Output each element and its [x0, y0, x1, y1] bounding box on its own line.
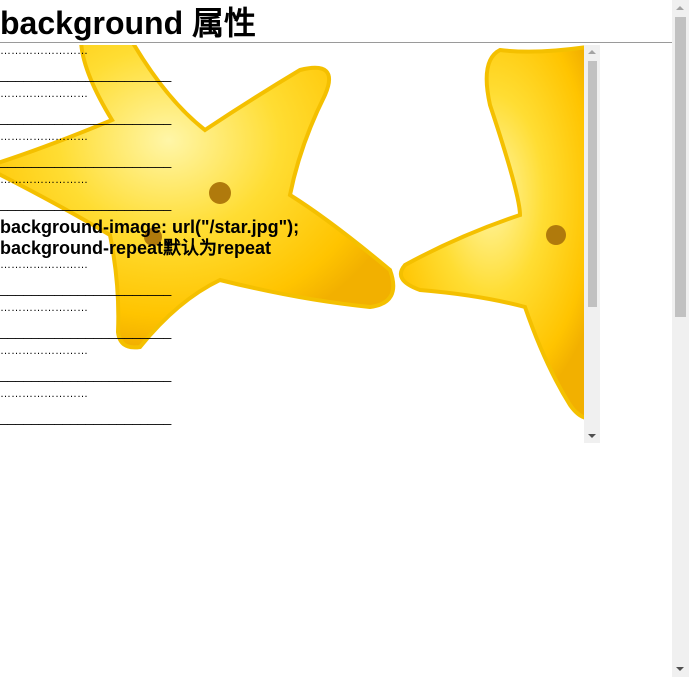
filler-underscores: ______________________: [0, 109, 172, 125]
filler-underscores: ______________________: [0, 152, 172, 168]
box-content: …………………… ______________________ ………………………: [0, 45, 584, 431]
filler-dots: ……………………: [0, 174, 88, 186]
box-scrollbar-thumb[interactable]: [588, 61, 597, 307]
filler-dots: ……………………: [0, 259, 88, 271]
filler-dots: ……………………: [0, 388, 88, 400]
code-line-background-image: background-image: url("/star.jpg");: [0, 217, 300, 237]
filler-dots: ……………………: [0, 131, 88, 143]
filler-underscores: ______________________: [0, 280, 172, 296]
scrollable-background-box[interactable]: …………………… ______________________ ………………………: [0, 45, 600, 443]
code-line-background-repeat: background-repeat默认为repeat: [0, 238, 272, 258]
filler-underscores: ______________________: [0, 409, 172, 425]
filler-dots: ……………………: [0, 45, 88, 57]
box-scrollbar[interactable]: [584, 45, 600, 443]
filler-dots: ……………………: [0, 345, 88, 357]
browser-viewport: background 属性 …………………… _________________…: [0, 0, 689, 677]
filler-underscores: ______________________: [0, 366, 172, 382]
filler-underscores: ______________________: [0, 66, 172, 82]
filler-underscores: ______________________: [0, 323, 172, 339]
page-scroll-down-arrow-icon[interactable]: [676, 667, 684, 671]
scroll-down-arrow-icon[interactable]: [588, 434, 596, 438]
scroll-up-arrow-icon[interactable]: [588, 50, 596, 54]
filler-dots: ……………………: [0, 302, 88, 314]
page-scrollbar[interactable]: [672, 0, 689, 677]
page-scrollbar-thumb[interactable]: [675, 17, 686, 317]
title-divider: [0, 42, 672, 43]
page-scroll-up-arrow-icon[interactable]: [676, 6, 684, 10]
filler-underscores: ______________________: [0, 195, 172, 211]
filler-dots: ……………………: [0, 88, 88, 100]
page-title: background 属性: [0, 5, 257, 41]
